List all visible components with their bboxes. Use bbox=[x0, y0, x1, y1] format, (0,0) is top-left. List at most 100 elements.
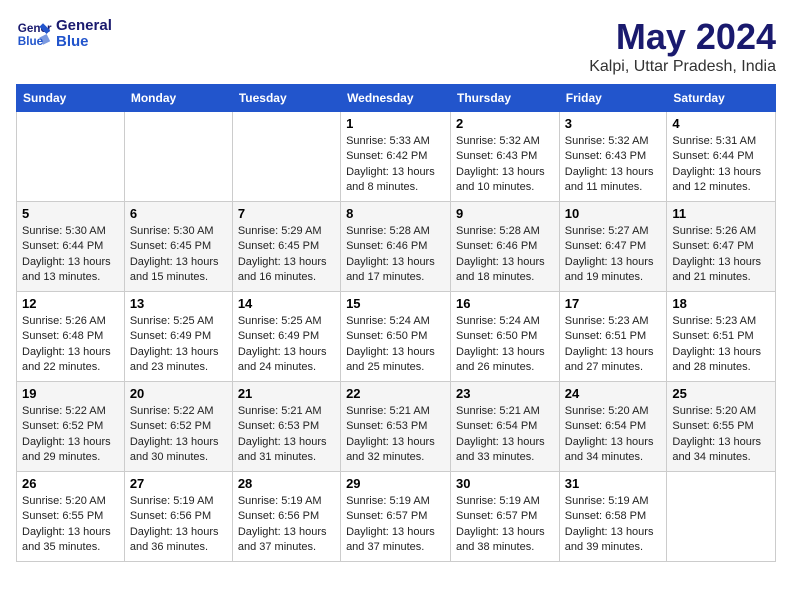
week-row-2: 5 Sunrise: 5:30 AM Sunset: 6:44 PM Daylig… bbox=[17, 202, 776, 292]
calendar-cell: 4 Sunrise: 5:31 AM Sunset: 6:44 PM Daylig… bbox=[667, 112, 776, 202]
day-number: 9 bbox=[456, 206, 554, 221]
logo-icon: General Blue bbox=[16, 16, 52, 52]
day-info: Sunrise: 5:22 AM Sunset: 6:52 PM Dayligh… bbox=[130, 404, 227, 466]
logo-blue: Blue bbox=[56, 34, 112, 51]
day-info: Sunrise: 5:33 AM Sunset: 6:42 PM Dayligh… bbox=[346, 134, 445, 196]
weekday-header-friday: Friday bbox=[559, 85, 667, 112]
day-number: 29 bbox=[346, 476, 445, 491]
day-info: Sunrise: 5:19 AM Sunset: 6:56 PM Dayligh… bbox=[130, 494, 227, 556]
calendar-cell: 12 Sunrise: 5:26 AM Sunset: 6:48 PM Dayli… bbox=[17, 292, 125, 382]
calendar-cell: 19 Sunrise: 5:22 AM Sunset: 6:52 PM Dayli… bbox=[17, 382, 125, 472]
calendar-cell: 24Sunrise: 5:20 AM Sunset: 6:54 PM Dayli… bbox=[559, 382, 667, 472]
calendar-cell: 13Sunrise: 5:25 AM Sunset: 6:49 PM Dayli… bbox=[124, 292, 232, 382]
day-info: Sunrise: 5:30 AM Sunset: 6:45 PM Dayligh… bbox=[130, 224, 227, 286]
day-info: Sunrise: 5:19 AM Sunset: 6:57 PM Dayligh… bbox=[456, 494, 554, 556]
calendar-cell: 18Sunrise: 5:23 AM Sunset: 6:51 PM Dayli… bbox=[667, 292, 776, 382]
calendar-cell: 21Sunrise: 5:21 AM Sunset: 6:53 PM Dayli… bbox=[232, 382, 340, 472]
weekday-header-row: SundayMondayTuesdayWednesdayThursdayFrid… bbox=[17, 85, 776, 112]
day-info: Sunrise: 5:29 AM Sunset: 6:45 PM Dayligh… bbox=[238, 224, 335, 286]
day-number: 28 bbox=[238, 476, 335, 491]
day-number: 4 bbox=[672, 116, 770, 131]
day-info: Sunrise: 5:21 AM Sunset: 6:53 PM Dayligh… bbox=[238, 404, 335, 466]
day-info: Sunrise: 5:26 AM Sunset: 6:48 PM Dayligh… bbox=[22, 314, 119, 376]
day-number: 19 bbox=[22, 386, 119, 401]
day-number: 10 bbox=[565, 206, 662, 221]
calendar-cell: 30 Sunrise: 5:19 AM Sunset: 6:57 PM Dayli… bbox=[451, 472, 560, 562]
logo-general: General bbox=[56, 18, 112, 35]
day-info: Sunrise: 5:24 AM Sunset: 6:50 PM Dayligh… bbox=[346, 314, 445, 376]
day-info: Sunrise: 5:32 AM Sunset: 6:43 PM Dayligh… bbox=[456, 134, 554, 196]
day-info: Sunrise: 5:31 AM Sunset: 6:44 PM Dayligh… bbox=[672, 134, 770, 196]
weekday-header-thursday: Thursday bbox=[451, 85, 560, 112]
calendar-cell: 20 Sunrise: 5:22 AM Sunset: 6:52 PM Dayli… bbox=[124, 382, 232, 472]
day-number: 25 bbox=[672, 386, 770, 401]
calendar-cell: 23 Sunrise: 5:21 AM Sunset: 6:54 PM Dayli… bbox=[451, 382, 560, 472]
day-number: 11 bbox=[672, 206, 770, 221]
calendar-cell: 14Sunrise: 5:25 AM Sunset: 6:49 PM Dayli… bbox=[232, 292, 340, 382]
day-info: Sunrise: 5:19 AM Sunset: 6:57 PM Dayligh… bbox=[346, 494, 445, 556]
title-block: May 2024 Kalpi, Uttar Pradesh, India bbox=[589, 16, 776, 76]
calendar-cell: 31 Sunrise: 5:19 AM Sunset: 6:58 PM Dayli… bbox=[559, 472, 667, 562]
calendar-cell: 10 Sunrise: 5:27 AM Sunset: 6:47 PM Dayli… bbox=[559, 202, 667, 292]
day-number: 12 bbox=[22, 296, 119, 311]
day-info: Sunrise: 5:23 AM Sunset: 6:51 PM Dayligh… bbox=[565, 314, 662, 376]
weekday-header-tuesday: Tuesday bbox=[232, 85, 340, 112]
day-info: Sunrise: 5:20 AM Sunset: 6:55 PM Dayligh… bbox=[22, 494, 119, 556]
day-info: Sunrise: 5:19 AM Sunset: 6:58 PM Dayligh… bbox=[565, 494, 662, 556]
day-number: 6 bbox=[130, 206, 227, 221]
weekday-header-saturday: Saturday bbox=[667, 85, 776, 112]
day-info: Sunrise: 5:30 AM Sunset: 6:44 PM Dayligh… bbox=[22, 224, 119, 286]
calendar-cell: 17Sunrise: 5:23 AM Sunset: 6:51 PM Dayli… bbox=[559, 292, 667, 382]
calendar-cell: 5 Sunrise: 5:30 AM Sunset: 6:44 PM Daylig… bbox=[17, 202, 125, 292]
calendar-cell: 7 Sunrise: 5:29 AM Sunset: 6:45 PM Daylig… bbox=[232, 202, 340, 292]
day-info: Sunrise: 5:32 AM Sunset: 6:43 PM Dayligh… bbox=[565, 134, 662, 196]
day-info: Sunrise: 5:27 AM Sunset: 6:47 PM Dayligh… bbox=[565, 224, 662, 286]
day-number: 20 bbox=[130, 386, 227, 401]
day-number: 16 bbox=[456, 296, 554, 311]
calendar-cell bbox=[232, 112, 340, 202]
weekday-header-wednesday: Wednesday bbox=[341, 85, 451, 112]
calendar-cell bbox=[667, 472, 776, 562]
calendar-cell: 27 Sunrise: 5:19 AM Sunset: 6:56 PM Dayli… bbox=[124, 472, 232, 562]
day-number: 1 bbox=[346, 116, 445, 131]
day-number: 30 bbox=[456, 476, 554, 491]
day-number: 24 bbox=[565, 386, 662, 401]
calendar-cell bbox=[17, 112, 125, 202]
calendar-cell bbox=[124, 112, 232, 202]
page-header: General Blue General Blue May 2024 Kalpi… bbox=[16, 16, 776, 76]
day-info: Sunrise: 5:24 AM Sunset: 6:50 PM Dayligh… bbox=[456, 314, 554, 376]
calendar-cell: 16 Sunrise: 5:24 AM Sunset: 6:50 PM Dayli… bbox=[451, 292, 560, 382]
calendar-cell: 22Sunrise: 5:21 AM Sunset: 6:53 PM Dayli… bbox=[341, 382, 451, 472]
day-number: 15 bbox=[346, 296, 445, 311]
calendar-cell: 6 Sunrise: 5:30 AM Sunset: 6:45 PM Daylig… bbox=[124, 202, 232, 292]
day-number: 7 bbox=[238, 206, 335, 221]
calendar-cell: 29 Sunrise: 5:19 AM Sunset: 6:57 PM Dayli… bbox=[341, 472, 451, 562]
day-number: 8 bbox=[346, 206, 445, 221]
day-info: Sunrise: 5:25 AM Sunset: 6:49 PM Dayligh… bbox=[238, 314, 335, 376]
calendar-cell: 2 Sunrise: 5:32 AM Sunset: 6:43 PM Daylig… bbox=[451, 112, 560, 202]
day-number: 26 bbox=[22, 476, 119, 491]
day-number: 5 bbox=[22, 206, 119, 221]
day-info: Sunrise: 5:20 AM Sunset: 6:55 PM Dayligh… bbox=[672, 404, 770, 466]
calendar-table: SundayMondayTuesdayWednesdayThursdayFrid… bbox=[16, 84, 776, 562]
day-number: 13 bbox=[130, 296, 227, 311]
day-number: 22 bbox=[346, 386, 445, 401]
calendar-cell: 8 Sunrise: 5:28 AM Sunset: 6:46 PM Daylig… bbox=[341, 202, 451, 292]
day-number: 2 bbox=[456, 116, 554, 131]
day-number: 31 bbox=[565, 476, 662, 491]
day-number: 3 bbox=[565, 116, 662, 131]
day-info: Sunrise: 5:28 AM Sunset: 6:46 PM Dayligh… bbox=[456, 224, 554, 286]
day-number: 27 bbox=[130, 476, 227, 491]
day-info: Sunrise: 5:28 AM Sunset: 6:46 PM Dayligh… bbox=[346, 224, 445, 286]
calendar-cell: 3 Sunrise: 5:32 AM Sunset: 6:43 PM Daylig… bbox=[559, 112, 667, 202]
day-number: 23 bbox=[456, 386, 554, 401]
day-info: Sunrise: 5:22 AM Sunset: 6:52 PM Dayligh… bbox=[22, 404, 119, 466]
calendar-cell: 11Sunrise: 5:26 AM Sunset: 6:47 PM Dayli… bbox=[667, 202, 776, 292]
weekday-header-monday: Monday bbox=[124, 85, 232, 112]
day-info: Sunrise: 5:21 AM Sunset: 6:54 PM Dayligh… bbox=[456, 404, 554, 466]
calendar-cell: 15 Sunrise: 5:24 AM Sunset: 6:50 PM Dayli… bbox=[341, 292, 451, 382]
calendar-cell: 28Sunrise: 5:19 AM Sunset: 6:56 PM Dayli… bbox=[232, 472, 340, 562]
week-row-5: 26 Sunrise: 5:20 AM Sunset: 6:55 PM Dayli… bbox=[17, 472, 776, 562]
week-row-1: 1 Sunrise: 5:33 AM Sunset: 6:42 PM Daylig… bbox=[17, 112, 776, 202]
location-subtitle: Kalpi, Uttar Pradesh, India bbox=[589, 58, 776, 76]
